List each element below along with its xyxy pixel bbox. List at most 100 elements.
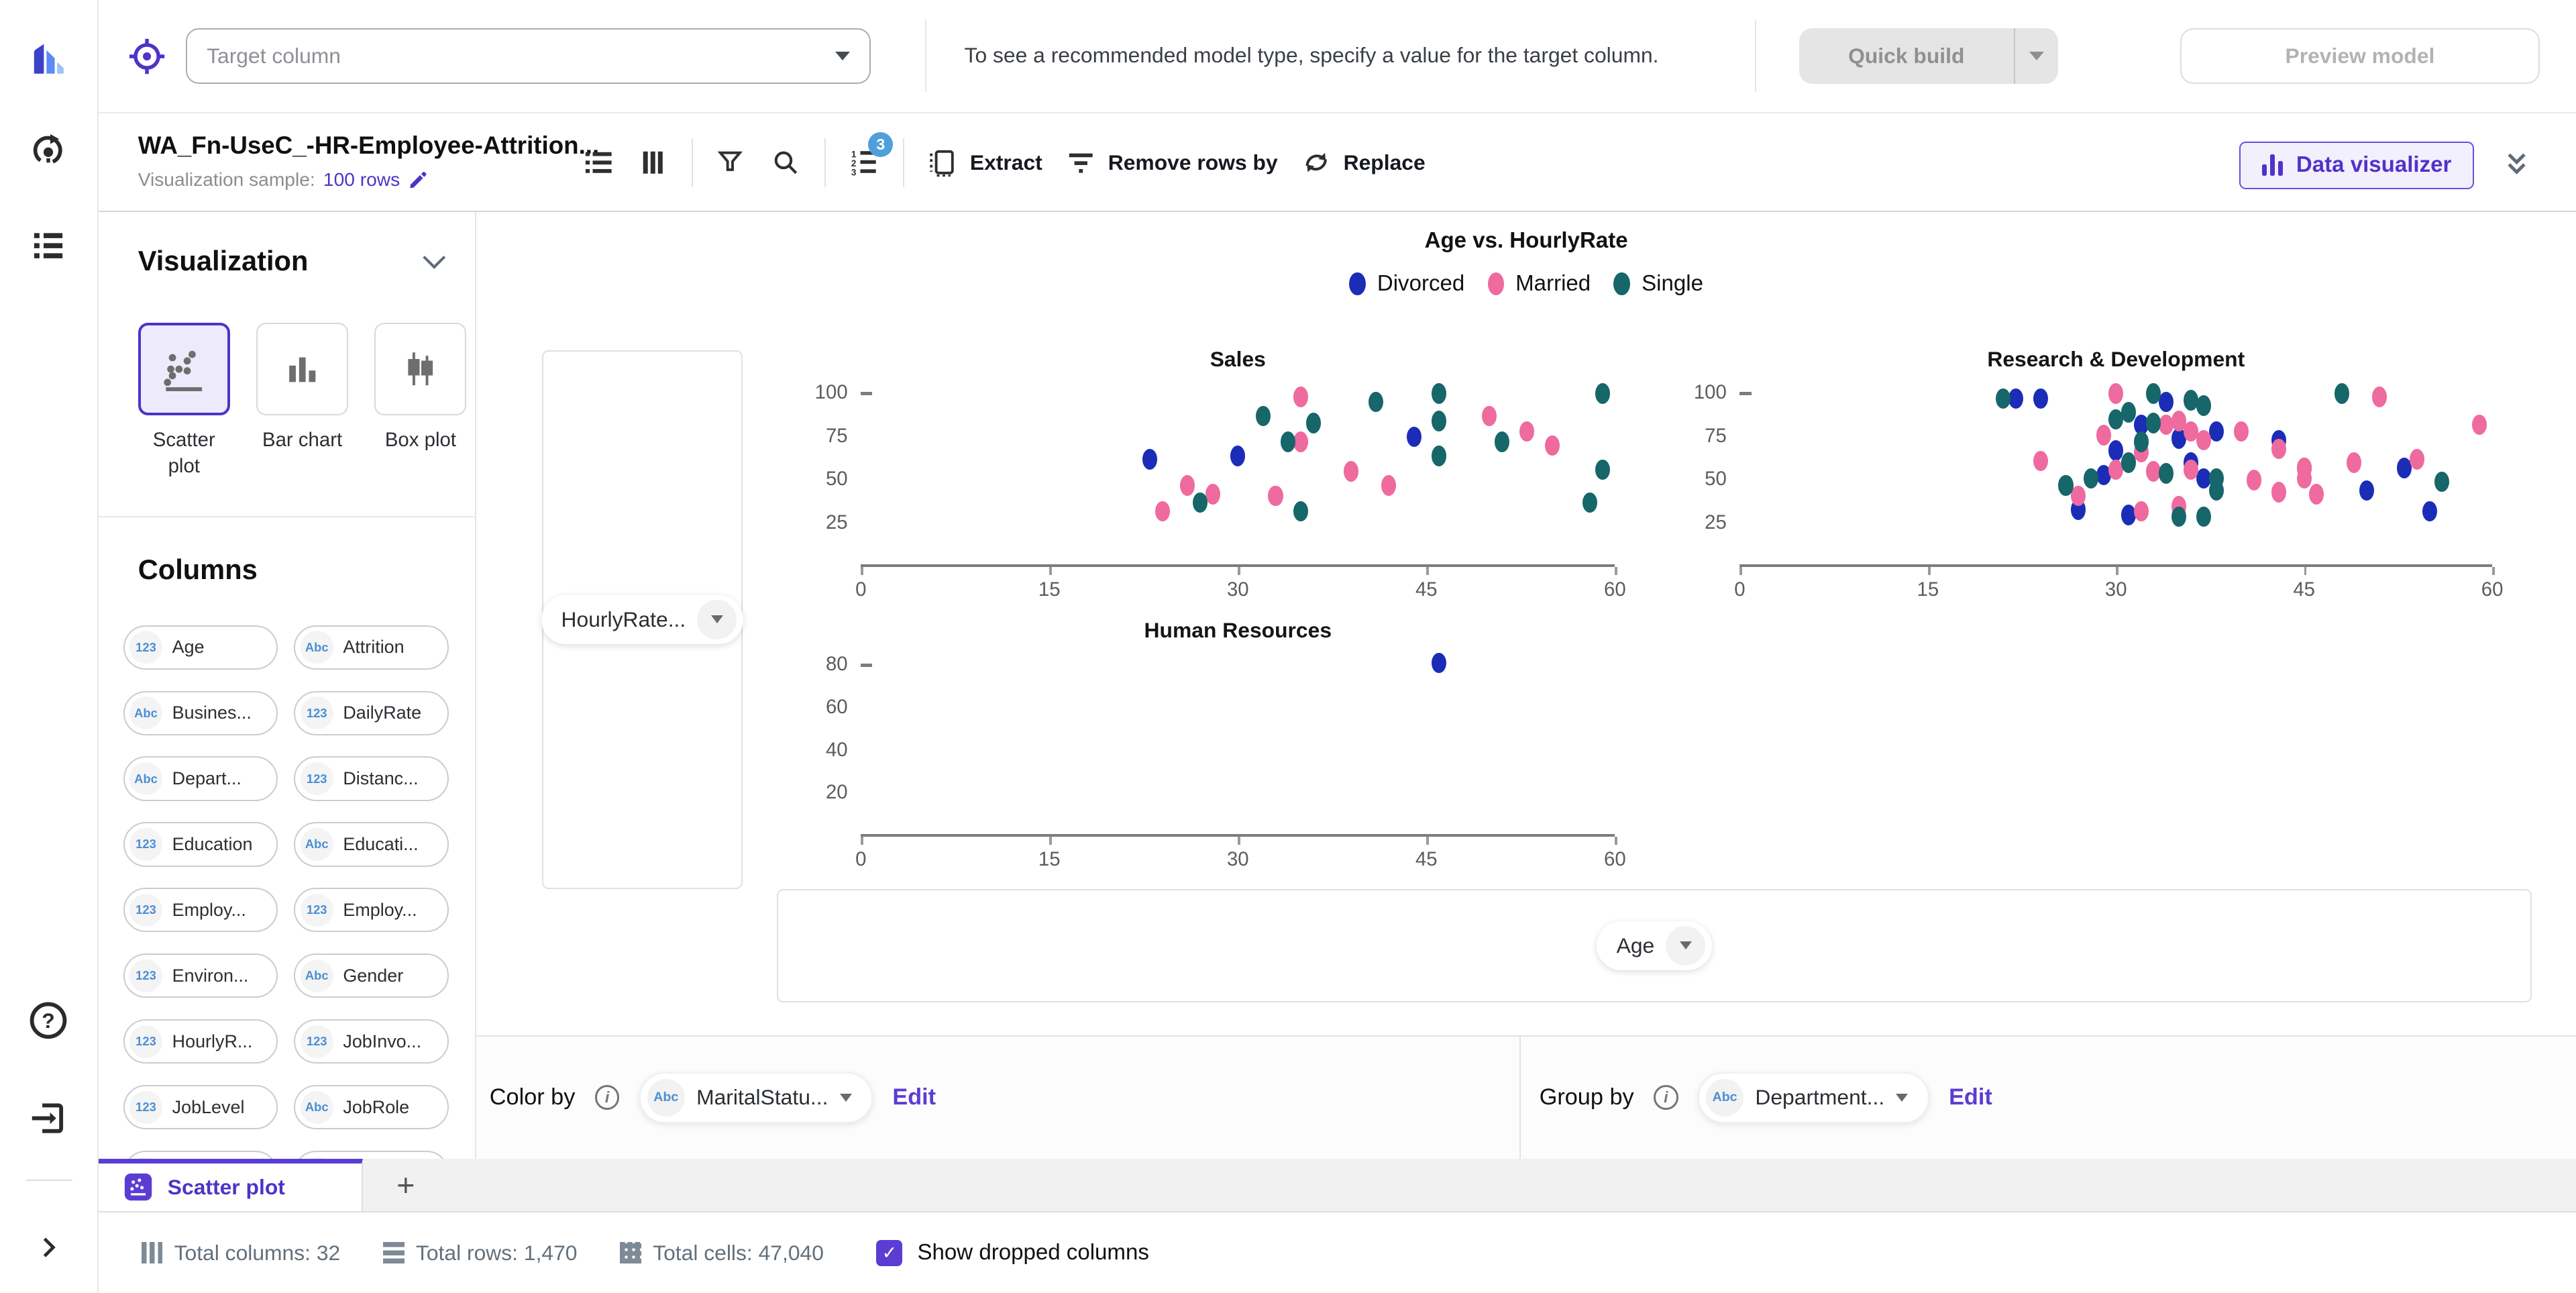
legend-label: Single (1642, 271, 1703, 297)
x-tick-label: 0 (855, 578, 867, 601)
subplot-plot-area (861, 381, 1615, 567)
edit-pencil-icon[interactable] (408, 169, 429, 191)
rows-icon (586, 152, 612, 173)
x-axis-tick (861, 566, 863, 576)
x-tick-label: 60 (1603, 847, 1626, 870)
column-pill-education[interactable]: 123 Education (123, 822, 278, 867)
add-tab-button[interactable]: + (381, 1159, 430, 1212)
column-type-icon: 123 (300, 1025, 333, 1058)
data-visualizer-button[interactable]: Data visualizer (2239, 141, 2475, 189)
top-bar: Target column To see a recommended model… (98, 0, 2576, 113)
show-dropped-columns-checkbox[interactable]: ✓ Show dropped columns (876, 1239, 1149, 1266)
logout-icon[interactable] (28, 1098, 69, 1139)
canvas-logo-icon[interactable] (28, 36, 70, 79)
sort-button[interactable]: 1 2 3 3 (849, 132, 894, 178)
tab-scatter-plot[interactable]: Scatter plot (98, 1158, 364, 1212)
column-pill-age[interactable]: 123 Age (123, 625, 278, 670)
status-bar: Total columns: 32 Total rows: 1,470 Tota… (98, 1212, 2576, 1293)
chevron-down-icon[interactable] (1666, 925, 1706, 966)
replace-label: Replace (1343, 150, 1426, 174)
scatter-point (2208, 480, 2224, 501)
x-axis-variable-pill[interactable]: Age (1597, 921, 1712, 971)
collapse-section-chevron-icon[interactable] (422, 246, 446, 270)
dataset-actions-toolbar: 1 2 3 3 Extract Remove rows by Replace (583, 113, 1426, 212)
svg-text:?: ? (42, 1008, 55, 1033)
sample-rows-link[interactable]: 100 rows (323, 169, 400, 191)
cells-grid-icon (620, 1242, 642, 1264)
column-pill-jobrole[interactable]: Abc JobRole (294, 1085, 449, 1130)
scatter-plot-tab-icon (124, 1174, 152, 1201)
x-axis-tick (2116, 566, 2118, 576)
scatter-point (1142, 449, 1158, 470)
target-column-select[interactable]: Target column (185, 28, 871, 84)
scatter-point (1268, 485, 1283, 507)
color-by-edit-link[interactable]: Edit (892, 1084, 936, 1110)
chevron-down-icon[interactable] (697, 599, 737, 639)
column-pill-hourlyr[interactable]: 123 HourlyR... (123, 1019, 278, 1064)
column-pill-attrition[interactable]: Abc Attrition (294, 625, 449, 670)
extract-button[interactable]: Extract (927, 147, 1042, 178)
filter-button[interactable] (716, 147, 747, 178)
double-chevron-down-icon[interactable] (2504, 150, 2530, 186)
chart-type-scatter-plot[interactable] (138, 323, 230, 415)
extract-icon (930, 150, 954, 177)
quick-build-button[interactable]: Quick build (1799, 28, 2058, 84)
column-type-icon: 123 (129, 959, 162, 992)
expand-rail-chevron-icon[interactable] (34, 1233, 63, 1262)
column-pill-dailyrate[interactable]: 123 DailyRate (294, 690, 449, 735)
column-pill-busines[interactable]: Abc Busines... (123, 690, 278, 735)
column-pill-label: Busines... (172, 703, 252, 723)
column-pill-educati[interactable]: Abc Educati... (294, 822, 449, 867)
column-pill-label: JobInvo... (343, 1031, 422, 1051)
scatter-point (1544, 435, 1560, 456)
row-view-button[interactable] (583, 147, 614, 178)
info-icon[interactable]: i (594, 1085, 620, 1110)
total-cells-text: Total cells: 47,040 (653, 1240, 824, 1265)
info-icon[interactable]: i (1654, 1085, 1678, 1110)
column-pill-joblevel[interactable]: 123 JobLevel (123, 1085, 278, 1130)
column-pill-depart[interactable]: Abc Depart... (123, 756, 278, 801)
preview-model-button[interactable]: Preview model (2180, 28, 2540, 84)
column-view-button[interactable] (637, 147, 669, 178)
quick-build-dropdown[interactable] (2013, 28, 2058, 84)
datasets-list-icon[interactable] (30, 227, 67, 264)
column-pill-gender[interactable]: Abc Gender (294, 953, 449, 998)
column-pill-environ[interactable]: 123 Environ... (123, 953, 278, 998)
target-column-icon (125, 34, 169, 85)
help-icon[interactable]: ? (28, 999, 70, 1042)
scatter-point (1595, 459, 1610, 480)
column-pill-employ[interactable]: 123 Employ... (294, 888, 449, 933)
left-nav-rail: ? (0, 0, 99, 1293)
scatter-point (1305, 412, 1321, 433)
scatter-point (1255, 405, 1271, 427)
chart-type-bar-chart[interactable] (256, 323, 349, 415)
chevron-down-icon (839, 1093, 852, 1102)
column-pill-distanc[interactable]: 123 Distanc... (294, 756, 449, 801)
search-button[interactable] (770, 147, 802, 178)
column-pill-employ[interactable]: 123 Employ... (123, 888, 278, 933)
column-pill-label: Gender (343, 965, 404, 986)
rows-icon (382, 1242, 405, 1264)
remove-rows-button[interactable]: Remove rows by (1065, 147, 1278, 178)
filter-lines-icon (1069, 153, 1093, 173)
column-type-icon: Abc (647, 1078, 685, 1117)
y-axis-tick (1739, 391, 1752, 395)
y-tick-label: 75 (1705, 424, 1727, 447)
x-axis-tick (1615, 566, 1618, 576)
group-by-pill[interactable]: Abc Department... (1698, 1072, 1929, 1123)
replace-button[interactable]: Replace (1301, 147, 1426, 178)
column-pill-jobinvo[interactable]: 123 JobInvo... (294, 1019, 449, 1064)
column-type-icon: 123 (129, 827, 162, 861)
tab-label: Scatter plot (167, 1174, 285, 1199)
color-by-pill[interactable]: Abc MaritalStatu... (639, 1072, 873, 1123)
chart-type-box-plot[interactable] (374, 323, 467, 415)
group-by-edit-link[interactable]: Edit (1949, 1084, 1992, 1110)
column-pill-label: Educati... (343, 833, 419, 854)
y-axis-variable-pill[interactable]: HourlyRate... (541, 594, 743, 644)
scatter-point (2108, 382, 2124, 404)
column-pill-maritals[interactable]: AbcMaritalS... (294, 1151, 449, 1159)
chart-type-label: Scatter plot (152, 428, 215, 478)
column-pill-jobsati[interactable]: 123JobSati... (123, 1151, 278, 1159)
chart-config-bar: Color by i Abc MaritalStatu... Edit Grou… (476, 1035, 2576, 1159)
models-icon[interactable] (29, 132, 68, 171)
